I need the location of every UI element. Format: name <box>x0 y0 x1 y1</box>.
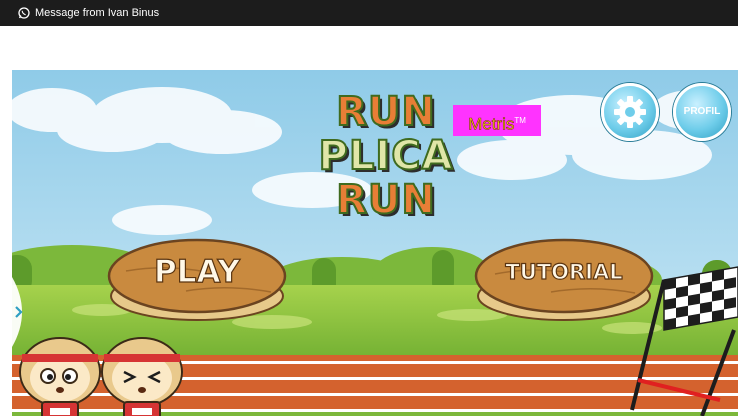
trademark-mark: TM <box>514 116 526 125</box>
brand-text: Metris <box>468 114 515 134</box>
monkey-mascot-icon <box>19 337 101 416</box>
play-label: PLAY <box>153 253 240 290</box>
notification-bar[interactable]: Message from Ivan Binus <box>0 0 738 26</box>
monkey-mascot-icon <box>101 337 183 416</box>
checkered-flag-icon <box>630 266 738 416</box>
play-button[interactable]: PLAY <box>106 236 288 326</box>
gear-icon <box>614 96 646 128</box>
notification-text: Message from Ivan Binus <box>35 7 160 19</box>
game-screen: RUN PLICA RUN MetrisTM PROFIL PLAY TUTOR… <box>12 70 738 416</box>
mascot-character <box>96 328 188 416</box>
title-line-2: PLICA <box>318 133 454 179</box>
profile-button[interactable]: PROFIL <box>673 83 731 141</box>
whatsapp-icon <box>18 7 30 19</box>
title-line-3: RUN <box>335 177 436 223</box>
settings-button[interactable] <box>601 83 659 141</box>
mascot-character <box>14 328 106 416</box>
finish-flag <box>624 260 738 416</box>
profile-label: PROFIL <box>683 106 721 117</box>
brand-badge: MetrisTM <box>453 105 541 136</box>
